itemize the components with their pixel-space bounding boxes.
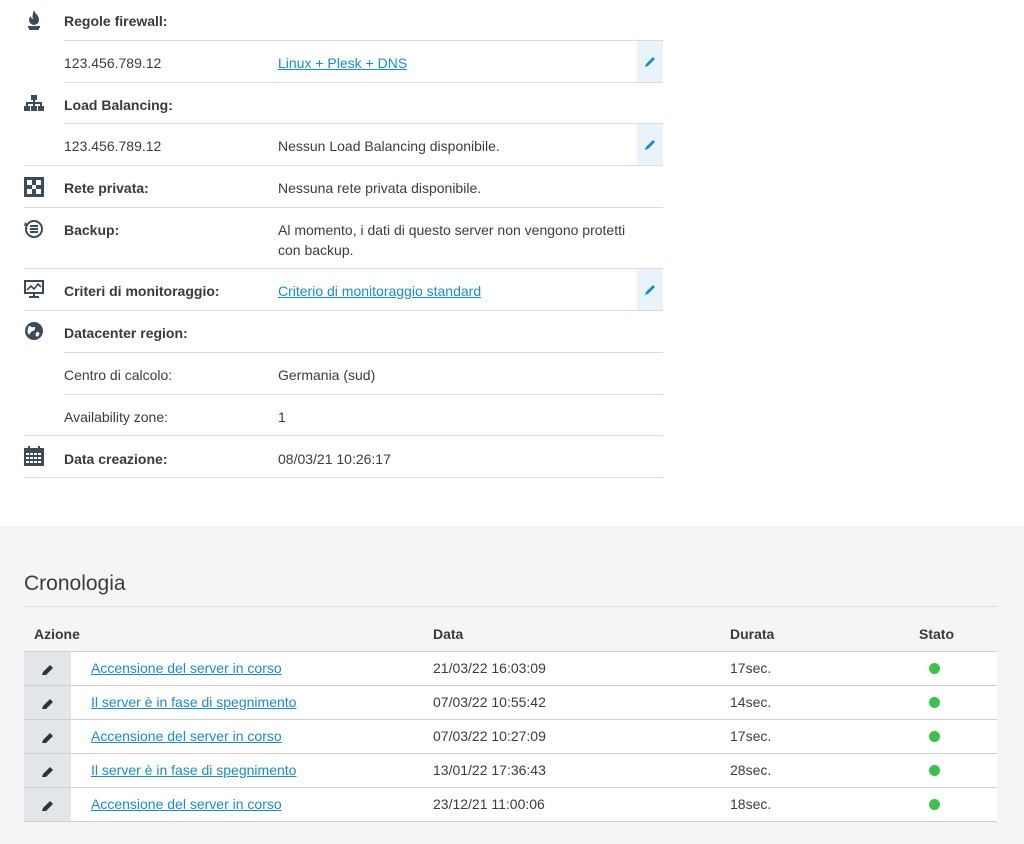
history-action-link[interactable]: Il server è in fase di spegnimento [91, 694, 296, 710]
divider [24, 207, 663, 208]
history-action-link[interactable]: Accensione del server in corso [91, 728, 282, 744]
history-duration: 17sec. [730, 728, 772, 744]
firewall-rules-link[interactable]: Linux + Plesk + DNS [278, 55, 407, 71]
status-dot-icon [929, 663, 940, 674]
backup-icon [24, 219, 44, 239]
row-edit-button[interactable] [24, 652, 71, 685]
history-action-link[interactable]: Il server è in fase di spegnimento [91, 762, 296, 778]
creation-date-label: Data creazione: [64, 451, 168, 467]
table-row: Accensione del server in corso 23/12/21 … [24, 788, 997, 822]
backup-label: Backup: [64, 222, 120, 238]
column-header-duration: Durata [730, 626, 775, 642]
divider [24, 268, 663, 269]
divider [64, 123, 663, 124]
edit-monitoring-button[interactable] [637, 269, 663, 310]
monitoring-policy-link[interactable]: Criterio di monitoraggio standard [278, 283, 481, 299]
divider [64, 40, 663, 41]
column-header-action: Azione [34, 626, 80, 642]
row-edit-button[interactable] [24, 686, 71, 719]
load-balancing-label: Load Balancing: [64, 97, 173, 113]
history-date: 07/03/22 10:27:09 [433, 728, 546, 744]
table-row: Accensione del server in corso 21/03/22 … [24, 652, 997, 686]
flame-icon [24, 9, 44, 30]
load-balancing-ip: 123.456.789.12 [64, 138, 162, 154]
history-date: 07/03/22 10:55:42 [433, 694, 546, 710]
creation-date-value: 08/03/21 10:26:17 [278, 451, 391, 467]
divider [24, 606, 997, 607]
backup-value-line2: con backup. [278, 242, 354, 258]
history-duration: 28sec. [730, 762, 772, 778]
divider [64, 352, 663, 353]
edit-load-balancing-button[interactable] [637, 124, 663, 165]
status-dot-icon [929, 765, 940, 776]
history-duration: 18sec. [730, 796, 772, 812]
private-network-label: Rete privata: [64, 180, 149, 196]
globe-icon [24, 321, 44, 341]
pencil-icon [644, 285, 655, 295]
backup-value-line1: Al momento, i dati di questo server non … [278, 222, 626, 238]
history-title: Cronologia [24, 572, 126, 595]
load-balancing-value: Nessun Load Balancing disponibile. [278, 138, 500, 154]
network-tree-icon [24, 95, 44, 115]
pencil-icon [41, 664, 53, 675]
divider [64, 82, 663, 83]
pencil-icon [41, 766, 53, 777]
row-edit-button[interactable] [24, 754, 71, 787]
monitor-icon [24, 280, 44, 300]
firewall-ip: 123.456.789.12 [64, 55, 162, 71]
status-dot-icon [929, 697, 940, 708]
server-details: Regole firewall: 123.456.789.12 Linux + … [0, 0, 1024, 526]
history-action-link[interactable]: Accensione del server in corso [91, 660, 282, 676]
divider [24, 310, 663, 311]
firewall-label: Regole firewall: [64, 13, 168, 29]
history-section: Cronologia Azione Data Durata Stato Acce… [0, 526, 1024, 844]
divider [24, 165, 663, 166]
datacenter-label: Datacenter region: [64, 325, 188, 341]
row-edit-button[interactable] [24, 788, 71, 821]
status-dot-icon [929, 731, 940, 742]
datacenter-center-value: Germania (sud) [278, 367, 376, 383]
availability-zone-value: 1 [278, 409, 286, 425]
pencil-icon [41, 800, 53, 811]
history-action-link[interactable]: Accensione del server in corso [91, 796, 282, 812]
divider [24, 435, 663, 436]
history-date: 13/01/22 17:36:43 [433, 762, 546, 778]
history-duration: 17sec. [730, 660, 772, 676]
table-row: Accensione del server in corso 07/03/22 … [24, 720, 997, 754]
status-dot-icon [929, 799, 940, 810]
column-header-status: Stato [919, 626, 954, 642]
pencil-icon [41, 698, 53, 709]
pencil-icon [644, 140, 655, 150]
table-row: Il server è in fase di spegnimento 13/01… [24, 754, 997, 788]
monitoring-label: Criteri di monitoraggio: [64, 283, 220, 299]
row-edit-button[interactable] [24, 720, 71, 753]
history-duration: 14sec. [730, 694, 772, 710]
availability-zone-label: Availability zone: [64, 409, 169, 425]
divider [64, 394, 663, 395]
column-header-date: Data [433, 626, 464, 642]
pencil-icon [41, 732, 53, 743]
table-row: Il server è in fase di spegnimento 07/03… [24, 686, 997, 720]
divider [24, 477, 663, 478]
private-network-icon [24, 177, 44, 197]
edit-firewall-button[interactable] [637, 41, 663, 82]
history-date: 21/03/22 16:03:09 [433, 660, 546, 676]
pencil-icon [644, 57, 655, 67]
calendar-icon [24, 446, 44, 466]
datacenter-center-label: Centro di calcolo: [64, 367, 173, 383]
private-network-value: Nessuna rete privata disponibile. [278, 180, 482, 196]
history-date: 23/12/21 11:00:06 [433, 796, 545, 812]
